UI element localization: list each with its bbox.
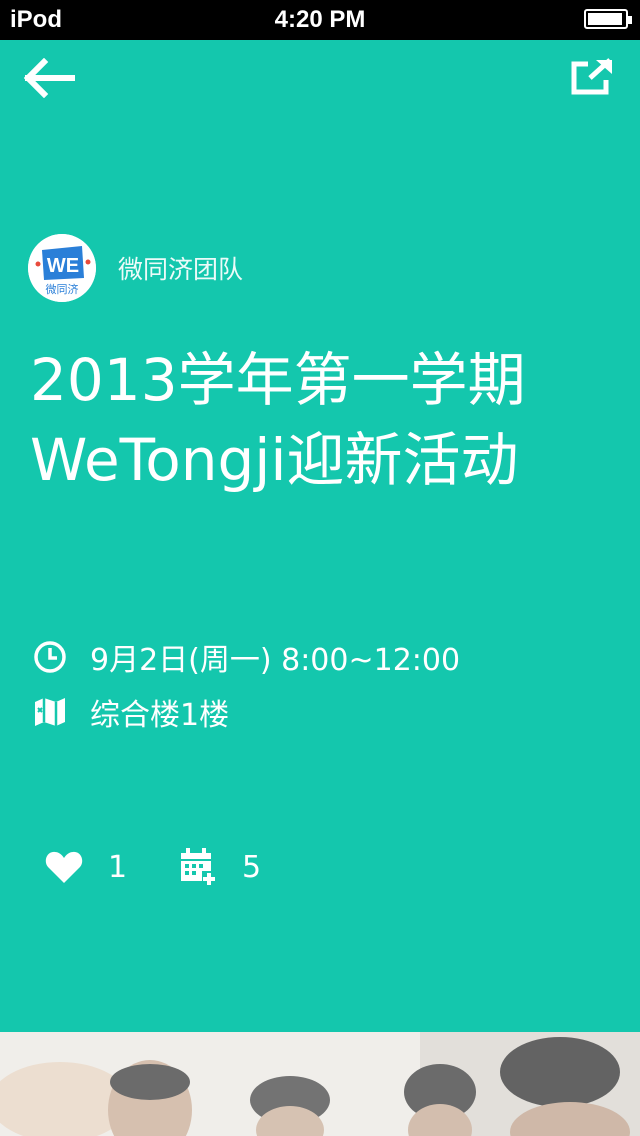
schedule-count: 5 (242, 849, 262, 885)
clock-icon (34, 641, 66, 673)
event-location: 综合楼1楼 (90, 698, 230, 733)
status-bar: iPod 4:20 PM (0, 0, 640, 40)
battery-level (588, 13, 623, 25)
event-time: 9月2日(周一) 8:00~12:00 (90, 643, 461, 678)
arrow-left-icon (23, 57, 75, 99)
event-photo-image (0, 1032, 640, 1136)
like-count: 1 (108, 849, 128, 885)
share-external-icon (571, 58, 612, 95)
event-title-line2: WeTongji迎新活动 (30, 426, 519, 494)
event-time-row: 9月2日(周一) 8:00~12:00 (32, 635, 460, 679)
organizer[interactable]: WE 微同济 微同济团队 (28, 234, 243, 302)
event-photo[interactable] (0, 1032, 640, 1136)
event-location-row[interactable]: 综合楼1楼 (32, 690, 229, 734)
map-icon (35, 698, 65, 726)
event-title-line1: 2013学年第一学期 (30, 346, 526, 414)
event-title: 2013学年第一学期 WeTongji迎新活动 (30, 340, 620, 500)
add-to-schedule-button[interactable]: 5 (178, 845, 261, 889)
like-button[interactable]: 1 (44, 845, 127, 889)
battery-icon (584, 9, 632, 29)
share-button[interactable] (566, 56, 616, 98)
calendar-add-icon (181, 848, 216, 885)
back-button[interactable] (23, 57, 76, 99)
status-time: 4:20 PM (274, 6, 366, 33)
heart-icon (45, 851, 83, 883)
organizer-avatar: WE 微同济 (28, 234, 96, 302)
wetongji-logo-icon: WE 微同济 (28, 234, 96, 302)
logo-text: WE (47, 255, 79, 277)
logo-subtext: 微同济 (46, 282, 79, 296)
organizer-name: 微同济团队 (118, 255, 244, 284)
